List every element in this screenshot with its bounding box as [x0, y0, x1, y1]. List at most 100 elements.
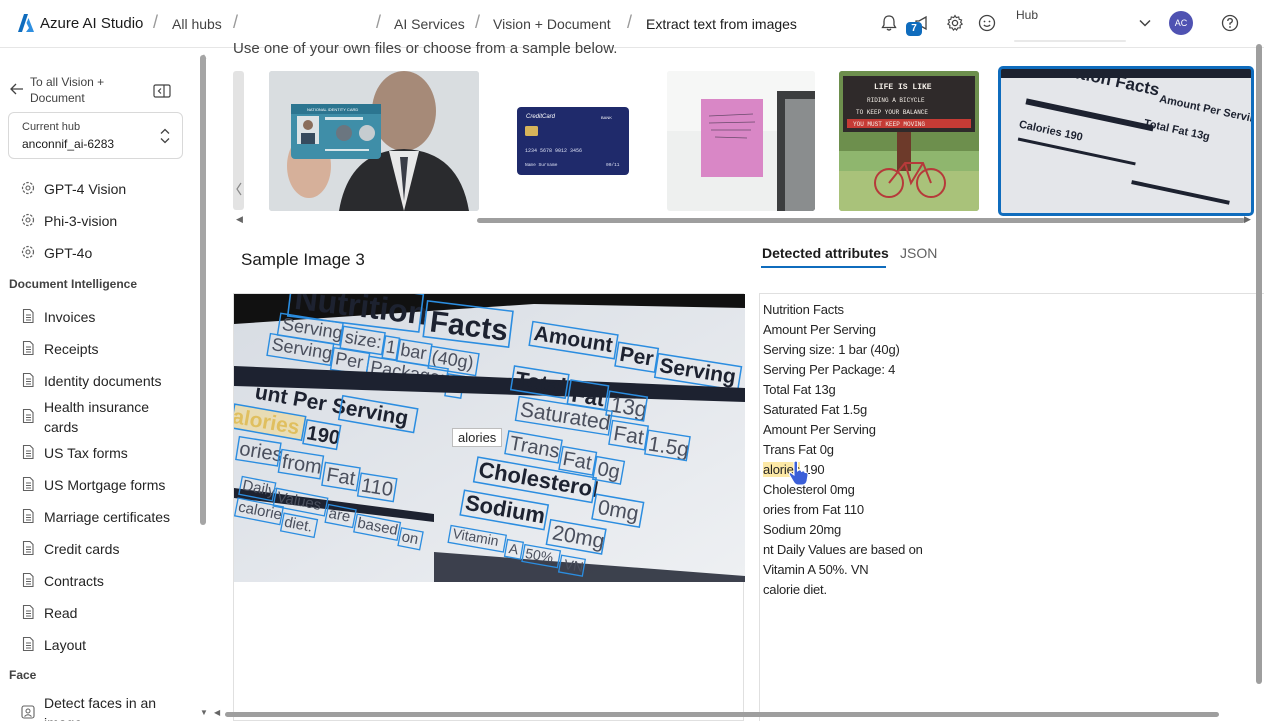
credit-card-bank: BANK [601, 115, 612, 120]
document-icon [22, 308, 34, 324]
sidebar-item-label: Receipts [44, 341, 99, 357]
sample-thumbnail-id-card[interactable]: NATIONAL IDENTITY CARD [269, 71, 479, 211]
breadcrumb-vision-document[interactable]: Vision + Document [493, 16, 611, 32]
sample-thumbnail-sticky-note[interactable] [667, 71, 815, 211]
hub-selector-label[interactable]: Hub [1016, 8, 1038, 22]
top-bar: Azure AI Studio / All hubs / / AI Servic… [0, 0, 1264, 48]
model-icon [21, 213, 35, 227]
detected-text-list: Nutrition Facts Amount Per Serving Servi… [763, 300, 923, 600]
document-icon [22, 340, 34, 356]
bell-icon[interactable] [879, 13, 899, 33]
tab-detected-attributes[interactable]: Detected attributes [762, 245, 889, 261]
detected-line[interactable]: Saturated Fat 1.5g [763, 400, 923, 420]
sidebar-item-label: GPT-4 Vision [44, 181, 127, 197]
sample-thumbnail-credit-card[interactable]: CreditCard BANK 1234 5678 9012 3456 Name… [490, 71, 645, 210]
breadcrumb-all-hubs[interactable]: All hubs [172, 16, 222, 32]
credit-card-expiry: 00/11 [606, 162, 620, 168]
sample-thumbnail-partial[interactable] [233, 71, 244, 210]
detected-line[interactable]: nt Daily Values are based on [763, 540, 923, 560]
sidebar-item-label: Read [44, 605, 78, 621]
id-card-title: NATIONAL IDENTITY CARD [307, 107, 358, 112]
breadcrumb-separator: / [627, 12, 633, 32]
azure-ai-logo-icon [18, 14, 34, 32]
sidebar-item-label: Contracts [44, 573, 104, 589]
detected-line[interactable]: Vitamin A 50%. VN [763, 560, 923, 580]
document-icon [22, 444, 34, 460]
sidebar-item-label: Health insurance cards [44, 399, 150, 435]
detected-line[interactable]: Nutrition Facts [763, 300, 923, 320]
document-icon [22, 540, 34, 556]
sidebar-item-label: GPT-4o [44, 245, 93, 261]
detected-line[interactable]: ories from Fat 110 [763, 500, 923, 520]
back-link-label: To all Vision + Document [30, 75, 105, 105]
sidebar-item-label: Invoices [44, 309, 96, 325]
credit-card-number: 1234 5678 9012 3456 [525, 148, 582, 154]
section-heading-face: Face [9, 668, 37, 682]
chevron-up-down-icon [160, 128, 170, 144]
sample-intro-text: Use one of your own files or choose from… [233, 40, 618, 57]
main-scroll-left-arrow[interactable]: ◀ [214, 708, 220, 717]
arrow-left-icon [10, 83, 23, 95]
document-icon [22, 372, 34, 388]
sidebar-item-label: US Tax forms [44, 445, 128, 461]
credit-card-brand: CreditCard [526, 114, 556, 120]
breadcrumb-current-page: Extract text from images [646, 16, 797, 32]
current-hub-label: Current hub [22, 121, 81, 133]
help-icon[interactable] [1220, 13, 1240, 33]
active-tab-indicator [761, 266, 886, 268]
breadcrumb-separator: / [233, 12, 239, 32]
user-avatar[interactable]: AC [1169, 11, 1193, 35]
sample-image-panel: Nutrition Facts Serving size: 1 bar (40g… [233, 293, 745, 721]
document-icon [22, 604, 34, 620]
detected-line[interactable]: Amount Per Serving [763, 420, 923, 440]
app-name[interactable]: Azure AI Studio [40, 15, 143, 32]
hub-selector-value-placeholder [1014, 40, 1126, 42]
ocr-word-tooltip: alories [452, 428, 503, 447]
feedback-smiley-icon[interactable] [977, 13, 997, 33]
sidebar-item-label: Detect faces in an image [44, 695, 157, 721]
id-card-photo-image: NATIONAL IDENTITY CARD [269, 71, 479, 211]
sidebar-scroll-down-arrow[interactable]: ▼ [200, 708, 208, 717]
chevron-left-icon [236, 182, 242, 196]
detected-line[interactable]: Total Fat 13g [763, 380, 923, 400]
detected-line[interactable]: Serving size: 1 bar (40g) [763, 340, 923, 360]
sample-thumbnail-bicycle-sign[interactable]: LIFE IS LIKE RIDING A BICYCLE TO KEEP YO… [839, 71, 979, 211]
sign-line-4: YOU MUST KEEP MOVING [853, 121, 925, 128]
sample-thumbnail-nutrition-facts[interactable]: Nutrition Facts Amount Per Serving Total… [998, 66, 1254, 216]
current-hub-selector[interactable]: Current hub anconnif_ai-6283 [8, 112, 183, 159]
sticky-note-image [667, 71, 815, 211]
document-icon [22, 408, 34, 424]
sidebar: To all Vision + Document Current hub anc… [0, 48, 208, 721]
chevron-down-icon[interactable] [1135, 13, 1155, 33]
gear-icon[interactable] [945, 13, 965, 33]
breadcrumb-separator: / [475, 12, 481, 32]
sidebar-item-label: US Mortgage forms [44, 477, 166, 493]
thumbnail-horizontal-scrollbar[interactable] [477, 218, 1245, 223]
hand-pointer-cursor-icon [788, 460, 809, 486]
detected-line[interactable]: Sodium 20mg [763, 520, 923, 540]
notification-count-badge: 7 [906, 22, 922, 36]
collapse-sidebar-icon[interactable] [153, 84, 171, 98]
main-horizontal-scrollbar[interactable] [225, 712, 1219, 717]
detected-line[interactable]: Trans Fat 0g [763, 440, 923, 460]
thumbnail-scroll-left-arrow[interactable]: ◀ [236, 214, 243, 225]
detected-line[interactable]: Amount Per Serving [763, 320, 923, 340]
detected-line[interactable]: Serving Per Package: 4 [763, 360, 923, 380]
document-icon [22, 508, 34, 524]
detected-attributes-panel: Nutrition Facts Amount Per Serving Servi… [759, 293, 1264, 721]
breadcrumb-ai-services[interactable]: AI Services [394, 16, 465, 32]
breadcrumb-separator: / [376, 12, 382, 32]
section-heading-document-intelligence: Document Intelligence [9, 277, 138, 291]
document-icon [22, 572, 34, 588]
breadcrumb-separator: / [153, 12, 159, 32]
sidebar-scrollbar[interactable] [200, 55, 206, 525]
tab-json[interactable]: JSON [900, 245, 937, 261]
sign-line-2: RIDING A BICYCLE [867, 97, 925, 104]
sign-line-1: LIFE IS LIKE [874, 83, 932, 92]
main-vertical-scrollbar[interactable] [1256, 44, 1262, 684]
sign-line-3: TO KEEP YOUR BALANCE [856, 109, 928, 116]
sidebar-item-label: Layout [44, 637, 87, 653]
thumbnail-scroll-right-arrow[interactable]: ▶ [1244, 214, 1251, 225]
detected-line[interactable]: calorie diet. [763, 580, 923, 600]
sidebar-item-label: Marriage certificates [44, 509, 171, 525]
